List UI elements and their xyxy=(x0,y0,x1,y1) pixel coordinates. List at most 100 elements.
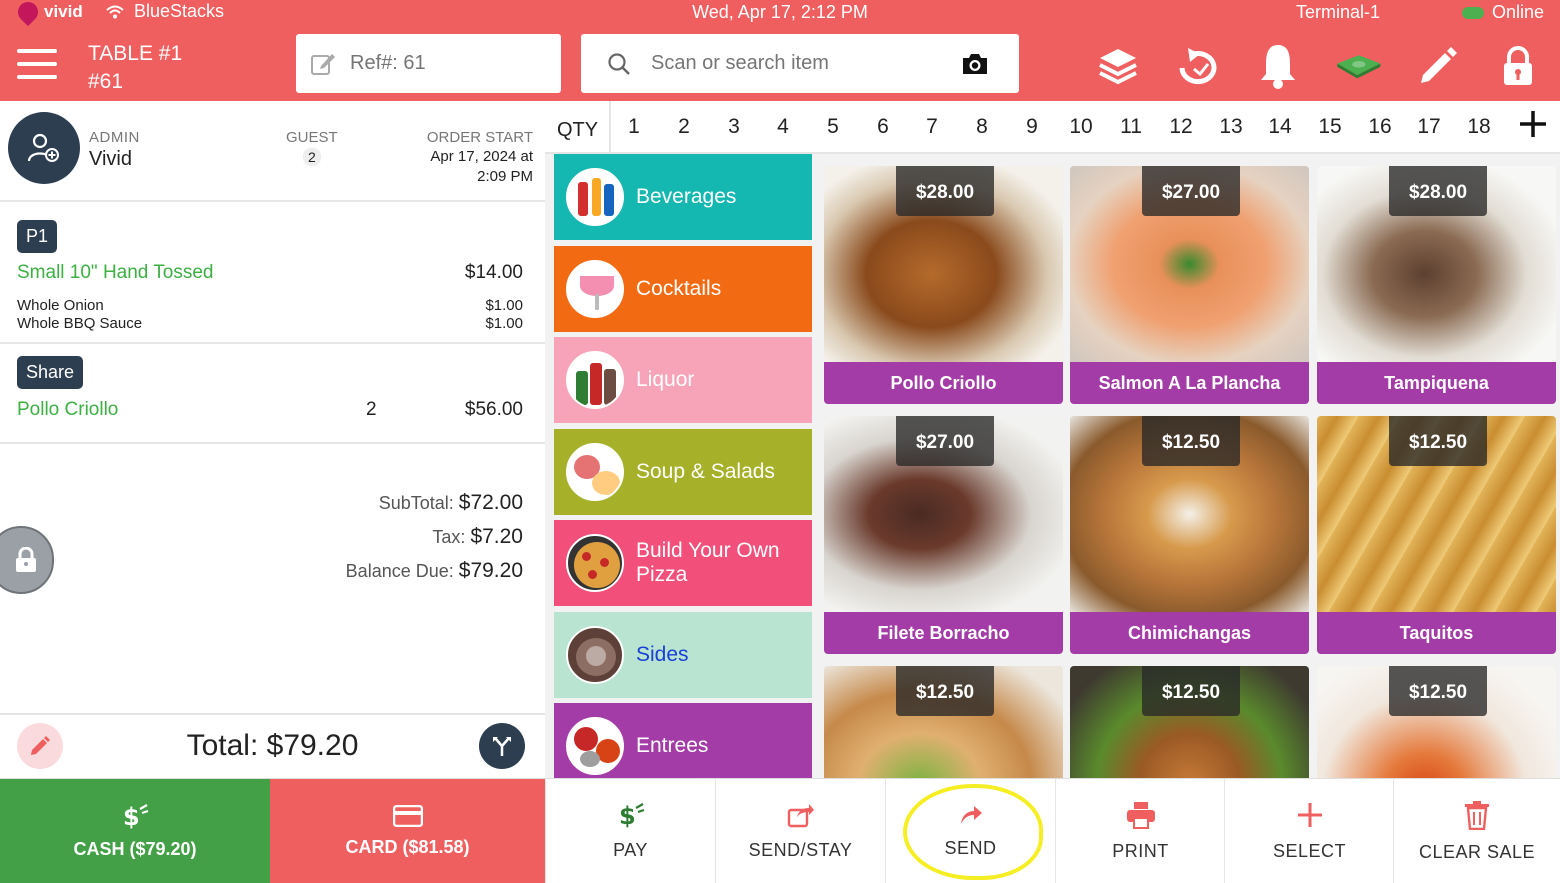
order-header: ADMIN Vivid GUEST 2 ORDER START Apr 17, … xyxy=(0,101,545,202)
forward-arrow-icon xyxy=(960,806,982,824)
reference-input[interactable] xyxy=(350,52,520,75)
send-stay-button[interactable]: SEND/STAY xyxy=(715,779,885,883)
product-name: Tampiquena xyxy=(1317,362,1556,404)
send-button[interactable]: SEND xyxy=(885,779,1055,883)
category-label: Entrees xyxy=(636,734,709,757)
product-tile[interactable]: $27.00 Salmon A La Plancha xyxy=(1070,166,1309,404)
qty-option-2[interactable]: 2 xyxy=(669,115,699,139)
select-button[interactable]: SELECT xyxy=(1224,779,1394,883)
qty-option-17[interactable]: 17 xyxy=(1414,115,1444,139)
qty-option-3[interactable]: 3 xyxy=(719,115,749,139)
order-start-time: 2:09 PM xyxy=(477,168,533,185)
search-input[interactable] xyxy=(651,52,941,75)
product-price: $28.00 xyxy=(896,166,994,216)
product-tile[interactable]: $12.50 xyxy=(1070,666,1309,778)
category-build-your-own-pizza[interactable]: Build Your Own Pizza xyxy=(554,520,812,606)
cloud-icon xyxy=(1461,6,1484,19)
product-tile[interactable]: $12.50 xyxy=(824,666,1063,778)
qty-option-1[interactable]: 1 xyxy=(619,115,649,139)
qty-option-15[interactable]: 15 xyxy=(1315,115,1345,139)
category-label: Sides xyxy=(636,643,689,666)
cash-drawer-icon[interactable] xyxy=(1334,42,1382,90)
product-tile[interactable]: $12.50 Chimichangas xyxy=(1070,416,1309,654)
plus-icon xyxy=(1520,111,1546,137)
search-box[interactable] xyxy=(581,34,1019,93)
card-payment-button[interactable]: CARD ($81.58) xyxy=(270,779,545,883)
guest-count: 2 xyxy=(302,148,321,166)
side-lock-button[interactable] xyxy=(0,526,54,594)
item-price: $56.00 xyxy=(464,399,523,420)
print-button[interactable]: PRINT xyxy=(1055,779,1225,883)
category-soup-salads[interactable]: Soup & Salads xyxy=(554,429,812,515)
qty-option-8[interactable]: 8 xyxy=(967,115,997,139)
product-name: Salmon A La Plancha xyxy=(1070,362,1309,404)
pay-button[interactable]: $ PAY xyxy=(545,779,715,883)
qty-option-9[interactable]: 9 xyxy=(1017,115,1047,139)
lock-icon[interactable] xyxy=(1494,42,1542,90)
balance-row: Balance Due: $79.20 xyxy=(346,554,523,588)
qty-label: QTY xyxy=(557,119,599,141)
qty-option-12[interactable]: 12 xyxy=(1166,115,1196,139)
share-chip[interactable]: Share xyxy=(17,356,84,389)
product-tile[interactable]: $12.50 Taquitos xyxy=(1317,416,1556,654)
product-tile[interactable]: $28.00 Tampiquena xyxy=(1317,166,1556,404)
product-price: $12.50 xyxy=(1389,666,1487,716)
category-label: Liquor xyxy=(636,368,695,391)
dollar-icon: $ xyxy=(123,803,149,829)
table-title: TABLE #1 xyxy=(88,42,183,65)
subtotal-value: $72.00 xyxy=(458,491,523,514)
category-beverages[interactable]: Beverages xyxy=(554,154,812,240)
select-label: SELECT xyxy=(1272,841,1347,861)
top-bar: vivid BlueStacks Wed, Apr 17, 2:12 PM Te… xyxy=(0,0,1560,101)
category-entrees[interactable]: Entrees xyxy=(554,703,812,778)
item-name: Small 10" Hand Tossed xyxy=(17,262,214,283)
layers-icon[interactable] xyxy=(1094,42,1142,90)
print-label: PRINT xyxy=(1112,841,1169,861)
menu-button[interactable] xyxy=(17,49,57,79)
admin-label: ADMIN xyxy=(89,129,140,146)
qty-option-4[interactable]: 4 xyxy=(768,115,798,139)
product-grid: $28.00 Pollo Criollo $27.00 Salmon A La … xyxy=(815,154,1560,778)
cash-payment-button[interactable]: $ CASH ($79.20) xyxy=(0,779,270,883)
seat-chip[interactable]: P1 xyxy=(17,220,58,253)
qty-option-18[interactable]: 18 xyxy=(1464,115,1494,139)
clear-sale-button[interactable]: CLEAR SALE xyxy=(1393,779,1560,883)
table-info[interactable]: TABLE #1 #61 xyxy=(88,40,182,96)
product-price: $12.50 xyxy=(1142,666,1240,716)
qty-option-14[interactable]: 14 xyxy=(1265,115,1295,139)
product-tile[interactable]: $27.00 Filete Borracho xyxy=(824,416,1063,654)
qty-option-5[interactable]: 5 xyxy=(818,115,848,139)
category-sides[interactable]: Sides xyxy=(554,612,812,698)
product-price: $12.50 xyxy=(1389,416,1487,466)
edit-note-icon xyxy=(311,53,335,75)
qty-option-10[interactable]: 10 xyxy=(1066,115,1096,139)
split-check-button[interactable] xyxy=(479,723,525,769)
qty-option-11[interactable]: 11 xyxy=(1116,115,1146,139)
quantity-bar: QTY 1 2 3 4 5 6 7 8 9 10 11 12 13 14 15 … xyxy=(545,101,1560,154)
soup-salads-thumbnail xyxy=(566,443,624,501)
add-customer-button[interactable] xyxy=(8,112,80,184)
qty-option-13[interactable]: 13 xyxy=(1216,115,1246,139)
camera-icon[interactable] xyxy=(961,53,989,75)
product-tile[interactable]: $12.50 xyxy=(1317,666,1556,778)
balance-label: Balance Due: xyxy=(345,561,454,581)
guest-info[interactable]: GUEST 2 xyxy=(286,129,338,167)
order-line-item[interactable]: P1 Small 10" Hand Tossed $14.00 Whole On… xyxy=(0,204,545,344)
sides-thumbnail xyxy=(566,626,624,684)
category-label: Beverages xyxy=(636,185,737,208)
pencil-icon[interactable] xyxy=(1414,42,1462,90)
qty-option-16[interactable]: 16 xyxy=(1365,115,1395,139)
product-name: Pollo Criollo xyxy=(824,362,1063,404)
refresh-icon[interactable] xyxy=(1174,42,1222,90)
category-liquor[interactable]: Liquor xyxy=(554,337,812,423)
qty-option-6[interactable]: 6 xyxy=(868,115,898,139)
bell-icon[interactable] xyxy=(1254,42,1302,90)
qty-option-7[interactable]: 7 xyxy=(917,115,947,139)
order-line-item[interactable]: Share Pollo Criollo 2 $56.00 xyxy=(0,344,545,444)
reference-field[interactable] xyxy=(296,34,561,93)
category-cocktails[interactable]: Cocktails xyxy=(554,246,812,332)
product-tile[interactable]: $28.00 Pollo Criollo xyxy=(824,166,1063,404)
qty-more-button[interactable] xyxy=(1517,109,1549,145)
menu-line xyxy=(17,49,57,53)
credit-card-icon xyxy=(392,805,423,827)
